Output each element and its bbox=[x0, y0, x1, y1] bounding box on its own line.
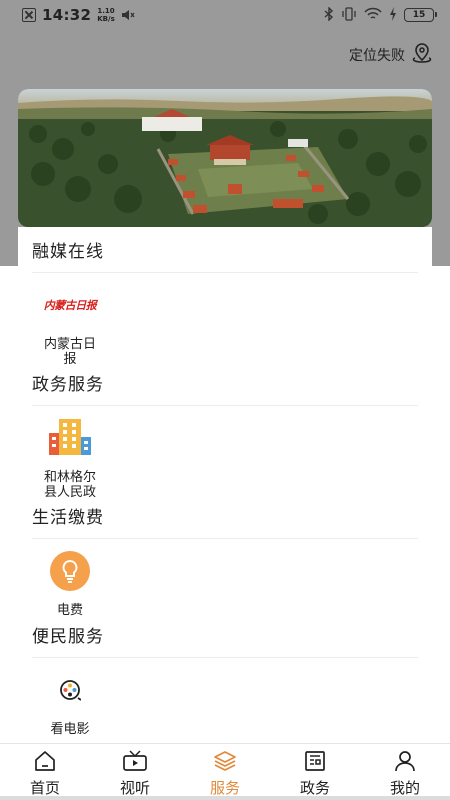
section-title: 生活缴费 bbox=[32, 508, 104, 528]
nav-underline bbox=[180, 796, 270, 800]
nav-label: 政务 bbox=[299, 779, 330, 797]
nav-item-profile[interactable]: 我的 bbox=[360, 744, 450, 800]
lightbulb-icon bbox=[48, 549, 92, 593]
nav-item-government[interactable]: 政务 bbox=[270, 744, 360, 800]
section-divider bbox=[32, 657, 418, 658]
home-icon bbox=[33, 749, 57, 773]
location-pin-icon bbox=[411, 42, 433, 68]
mute-icon bbox=[121, 8, 135, 22]
section-divider bbox=[32, 405, 418, 406]
network-speed-value: 1.10 bbox=[97, 7, 115, 15]
battery-indicator: 15 bbox=[404, 8, 437, 22]
section-title: 融媒在线 bbox=[32, 242, 104, 262]
nav-underline bbox=[270, 796, 360, 800]
newspaper-icon bbox=[303, 749, 327, 773]
user-icon bbox=[393, 749, 417, 773]
nav-item-home[interactable]: 首页 bbox=[0, 744, 90, 800]
section-title: 便民服务 bbox=[32, 627, 104, 647]
nav-label: 我的 bbox=[389, 779, 420, 797]
inner-mongolia-daily-logo-text: 内蒙古日报 bbox=[43, 299, 97, 312]
nav-underline bbox=[360, 796, 450, 800]
nav-label: 首页 bbox=[29, 779, 60, 797]
film-reel-icon bbox=[48, 668, 92, 712]
service-item-helingeer-government[interactable]: 和林格尔县人民政 bbox=[32, 416, 108, 500]
nav-label: 服务 bbox=[209, 779, 240, 797]
vibrate-icon bbox=[341, 6, 357, 25]
wifi-icon bbox=[364, 6, 382, 25]
nav-item-video[interactable]: 视听 bbox=[90, 744, 180, 800]
service-item-movies[interactable]: 看电影 bbox=[32, 668, 108, 737]
network-speed: 1.10 KB/s bbox=[97, 7, 114, 23]
nav-item-services[interactable]: 服务 bbox=[180, 744, 270, 800]
status-bar: 14:32 1.10 KB/s 15 bbox=[0, 0, 450, 30]
bluetooth-icon bbox=[324, 5, 334, 25]
notification-x-icon bbox=[22, 8, 36, 22]
bottom-navigation: 首页 视听 服务 政务 我的 bbox=[0, 743, 450, 800]
location-status[interactable]: 定位失败 bbox=[349, 42, 433, 68]
inner-mongolia-daily-logo: 内蒙古日报 bbox=[44, 283, 97, 327]
location-text: 定位失败 bbox=[349, 48, 405, 64]
section-title: 政务服务 bbox=[32, 375, 104, 395]
services-card: 融媒在线 内蒙古日报 内蒙古日报 政务服务 和林格尔县人民政 生活缴费 电费 便… bbox=[18, 227, 432, 743]
temple-aerial-photo bbox=[18, 89, 432, 227]
nav-label: 视听 bbox=[119, 779, 150, 797]
video-icon bbox=[123, 749, 147, 773]
nav-underline bbox=[90, 796, 180, 800]
service-item-electricity[interactable]: 电费 bbox=[32, 549, 108, 618]
service-label: 内蒙古日报 bbox=[43, 337, 96, 367]
nav-underline bbox=[0, 796, 90, 800]
network-speed-unit: KB/s bbox=[97, 15, 115, 23]
service-label: 电费 bbox=[56, 603, 83, 618]
service-label: 看电影 bbox=[50, 722, 90, 737]
government-building-icon bbox=[48, 416, 92, 460]
status-time: 14:32 bbox=[42, 6, 92, 24]
section-divider bbox=[32, 538, 418, 539]
section-divider bbox=[32, 272, 418, 273]
banner-image[interactable] bbox=[18, 89, 432, 227]
service-label: 和林格尔县人民政 bbox=[43, 470, 96, 500]
charging-icon bbox=[389, 6, 397, 25]
service-item-inner-mongolia-daily[interactable]: 内蒙古日报 内蒙古日报 bbox=[32, 283, 108, 367]
layers-icon bbox=[213, 749, 237, 773]
